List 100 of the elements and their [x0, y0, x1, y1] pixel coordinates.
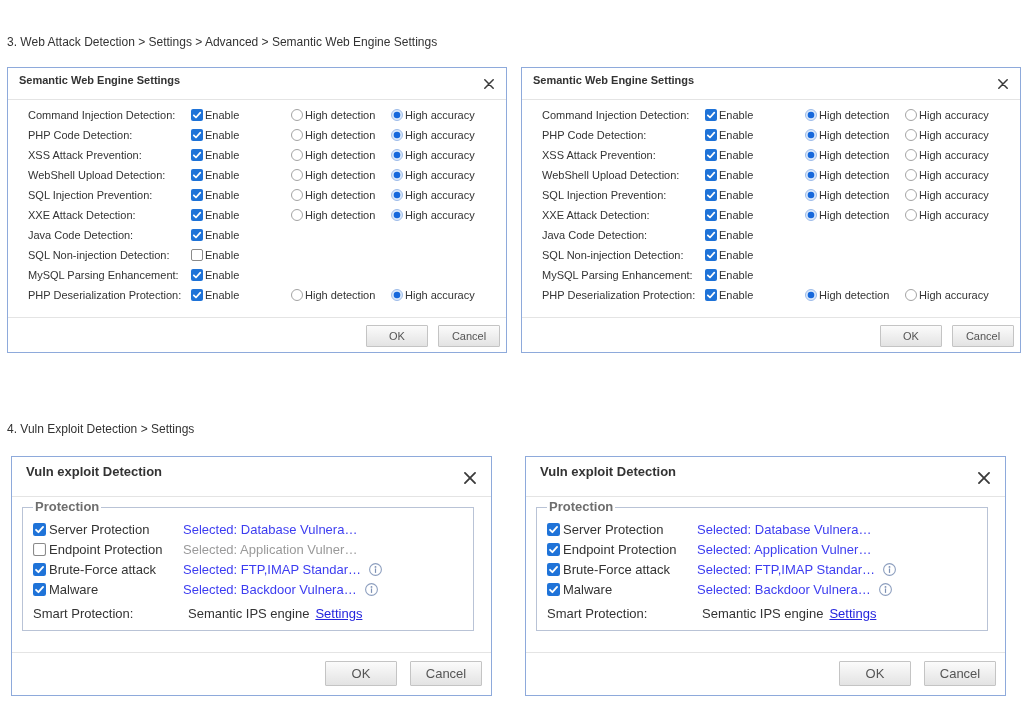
- radio-button[interactable]: [805, 169, 817, 181]
- checkbox-label[interactable]: Enable: [205, 128, 240, 142]
- radio-label[interactable]: High accuracy: [919, 108, 989, 122]
- radio-label[interactable]: High detection: [819, 168, 890, 182]
- checkbox-label[interactable]: Enable: [719, 208, 754, 222]
- checkbox-label[interactable]: Enable: [719, 188, 754, 202]
- checkbox[interactable]: [547, 562, 560, 576]
- radio-button[interactable]: [291, 149, 303, 161]
- radio-label[interactable]: High accuracy: [405, 188, 475, 202]
- radio-label[interactable]: High accuracy: [919, 208, 989, 222]
- selection-link[interactable]: Selected: Backdoor Vulnera…: [697, 581, 871, 597]
- info-icon[interactable]: [369, 562, 382, 576]
- dialog-button[interactable]: OK: [839, 661, 911, 686]
- radio-button[interactable]: [905, 149, 917, 161]
- radio-button[interactable]: [291, 169, 303, 181]
- dialog-button[interactable]: OK: [880, 325, 942, 347]
- radio-button[interactable]: [291, 209, 303, 221]
- checkbox[interactable]: [191, 129, 203, 141]
- checkbox[interactable]: [547, 582, 560, 596]
- checkbox-label[interactable]: Enable: [719, 148, 754, 162]
- info-icon[interactable]: [364, 582, 378, 596]
- checkbox[interactable]: [191, 269, 203, 281]
- checkbox-label[interactable]: Enable: [205, 108, 240, 122]
- checkbox-label[interactable]: Enable: [205, 268, 240, 282]
- radio-button[interactable]: [805, 129, 817, 141]
- radio-button[interactable]: [291, 289, 303, 301]
- radio-label[interactable]: High detection: [305, 288, 376, 302]
- radio-button[interactable]: [805, 109, 817, 121]
- selection-link[interactable]: Selected: FTP,IMAP Standar…: [697, 561, 875, 577]
- radio-label[interactable]: High detection: [819, 188, 890, 202]
- radio-button[interactable]: [905, 209, 917, 221]
- checkbox-label[interactable]: Enable: [205, 168, 240, 182]
- radio-button[interactable]: [905, 189, 917, 201]
- dialog-button[interactable]: OK: [366, 325, 428, 347]
- checkbox[interactable]: [33, 542, 46, 556]
- checkbox-label[interactable]: Malware: [563, 581, 613, 597]
- selection-link[interactable]: Selected: FTP,IMAP Standar…: [183, 561, 361, 577]
- radio-label[interactable]: High accuracy: [919, 168, 989, 182]
- checkbox-label[interactable]: Brute-Force attack: [563, 561, 670, 577]
- checkbox[interactable]: [191, 109, 203, 121]
- radio-button[interactable]: [391, 149, 403, 161]
- radio-label[interactable]: High accuracy: [405, 288, 475, 302]
- checkbox[interactable]: [191, 249, 203, 261]
- info-icon[interactable]: [878, 582, 892, 596]
- radio-label[interactable]: High accuracy: [405, 128, 475, 142]
- radio-label[interactable]: High detection: [305, 168, 376, 182]
- checkbox-label[interactable]: Endpoint Protection: [563, 541, 677, 557]
- checkbox-label[interactable]: Enable: [719, 168, 754, 182]
- radio-label[interactable]: High detection: [305, 108, 376, 122]
- radio-button[interactable]: [905, 289, 917, 301]
- checkbox[interactable]: [547, 522, 560, 536]
- checkbox[interactable]: [191, 149, 203, 161]
- radio-label[interactable]: High detection: [305, 188, 376, 202]
- dialog-button[interactable]: Cancel: [952, 325, 1014, 347]
- checkbox-label[interactable]: Enable: [205, 148, 240, 162]
- close-icon[interactable]: [484, 79, 494, 89]
- checkbox-label[interactable]: Server Protection: [563, 521, 664, 537]
- checkbox-label[interactable]: Enable: [719, 108, 754, 122]
- radio-button[interactable]: [391, 189, 403, 201]
- checkbox-label[interactable]: Server Protection: [49, 521, 150, 537]
- checkbox[interactable]: [705, 149, 717, 161]
- checkbox-label[interactable]: Enable: [205, 208, 240, 222]
- info-icon[interactable]: [883, 562, 896, 576]
- checkbox[interactable]: [191, 189, 203, 201]
- checkbox[interactable]: [191, 229, 203, 241]
- close-icon[interactable]: [978, 472, 990, 484]
- checkbox[interactable]: [33, 582, 46, 596]
- checkbox[interactable]: [191, 289, 203, 301]
- dialog-button[interactable]: Cancel: [924, 661, 996, 686]
- checkbox-label[interactable]: Brute-Force attack: [49, 561, 156, 577]
- radio-button[interactable]: [805, 209, 817, 221]
- settings-link[interactable]: Settings: [829, 605, 877, 621]
- selection-link[interactable]: Selected: Backdoor Vulnera…: [183, 581, 357, 597]
- radio-button[interactable]: [805, 149, 817, 161]
- radio-button[interactable]: [905, 129, 917, 141]
- selection-link[interactable]: Selected: Database Vulnera…: [183, 521, 358, 537]
- checkbox[interactable]: [547, 542, 560, 556]
- radio-button[interactable]: [905, 169, 917, 181]
- checkbox[interactable]: [705, 209, 717, 221]
- radio-label[interactable]: High detection: [305, 128, 376, 142]
- radio-button[interactable]: [805, 189, 817, 201]
- radio-label[interactable]: High detection: [819, 128, 890, 142]
- radio-button[interactable]: [391, 109, 403, 121]
- radio-button[interactable]: [805, 289, 817, 301]
- radio-label[interactable]: High accuracy: [405, 148, 475, 162]
- checkbox-label[interactable]: Enable: [205, 288, 240, 302]
- radio-label[interactable]: High detection: [819, 288, 890, 302]
- selection-link[interactable]: Selected: Database Vulnera…: [697, 521, 872, 537]
- checkbox[interactable]: [705, 109, 717, 121]
- radio-button[interactable]: [905, 109, 917, 121]
- checkbox[interactable]: [705, 269, 717, 281]
- radio-label[interactable]: High detection: [819, 208, 890, 222]
- checkbox[interactable]: [705, 249, 717, 261]
- checkbox-label[interactable]: Endpoint Protection: [49, 541, 163, 557]
- radio-button[interactable]: [291, 109, 303, 121]
- radio-label[interactable]: High accuracy: [405, 168, 475, 182]
- close-icon[interactable]: [464, 472, 476, 484]
- settings-link[interactable]: Settings: [315, 605, 363, 621]
- radio-label[interactable]: High accuracy: [919, 128, 989, 142]
- checkbox-label[interactable]: Enable: [719, 268, 754, 282]
